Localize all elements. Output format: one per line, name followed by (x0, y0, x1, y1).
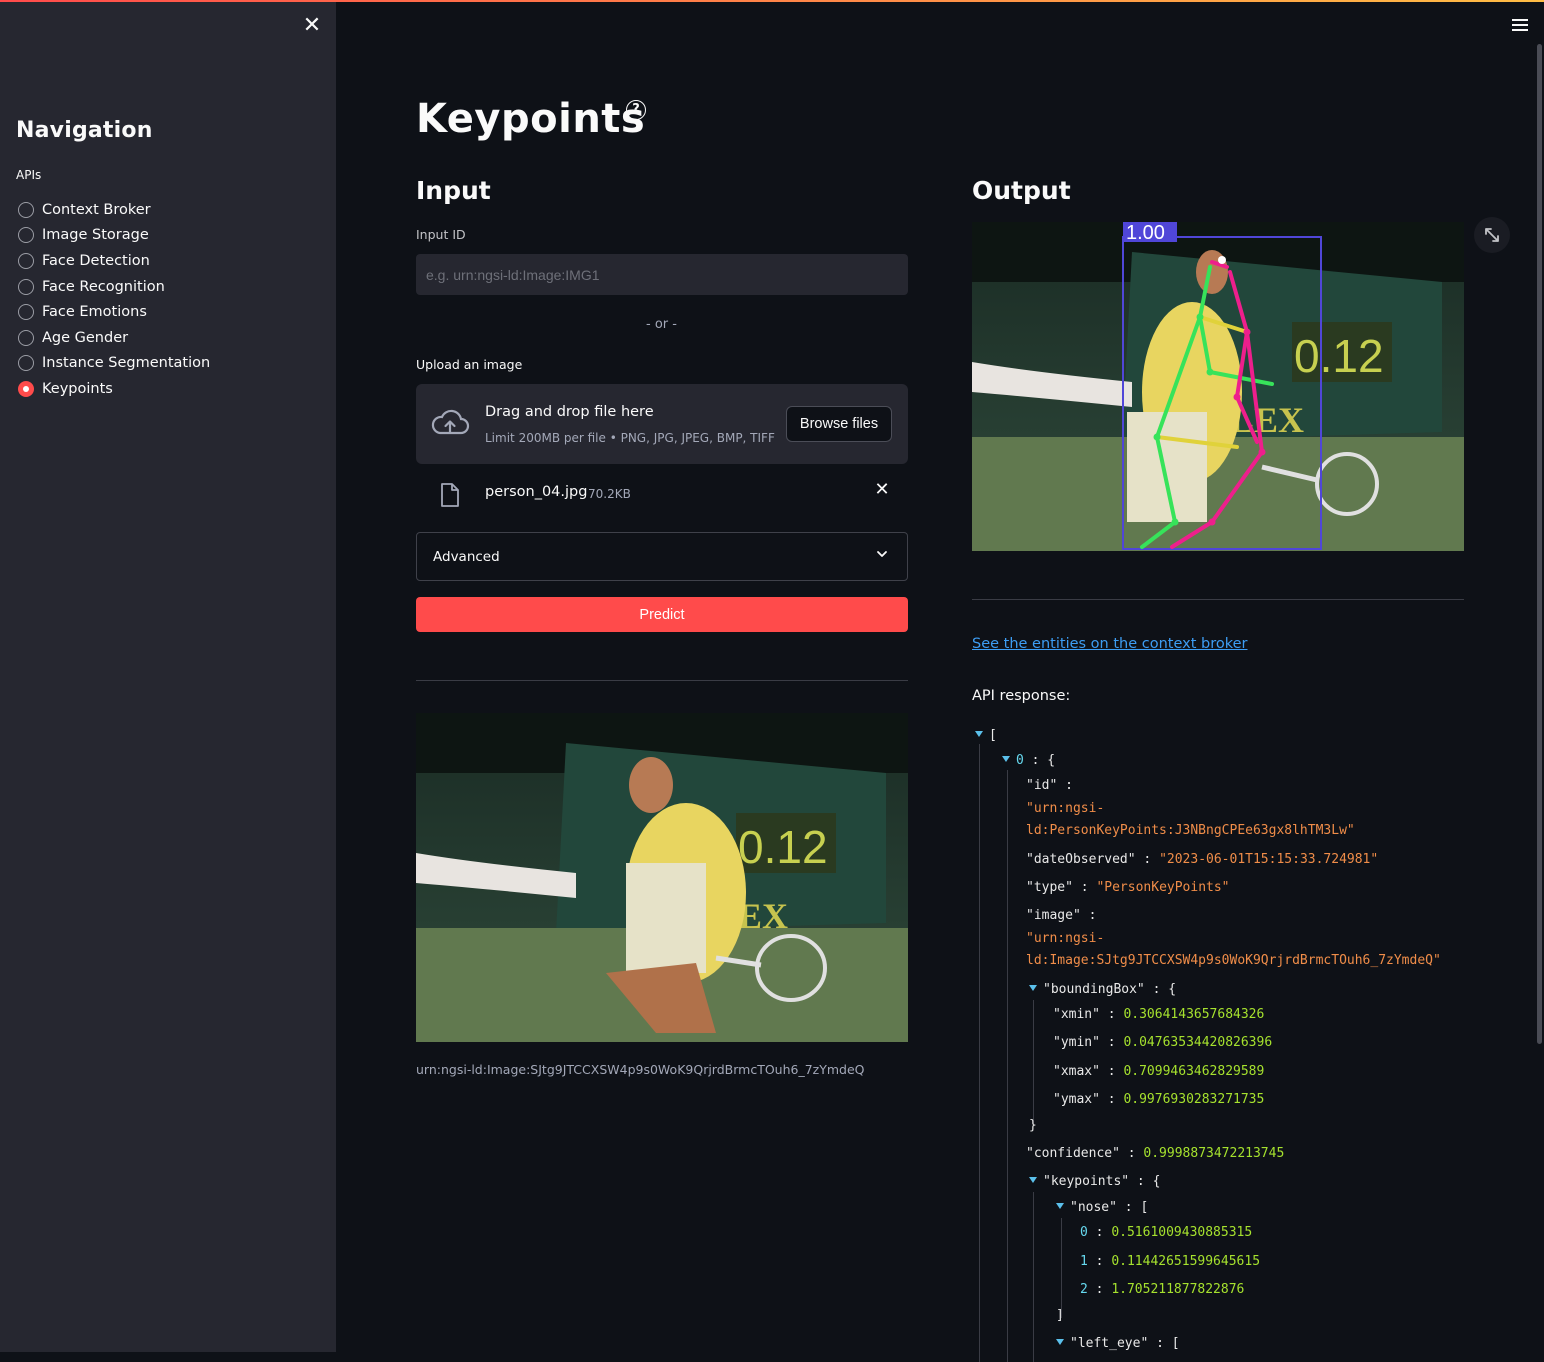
input-image: 0.12 OLEX (416, 713, 908, 1042)
radio-selected-icon[interactable] (18, 380, 34, 397)
api-response-label: API response: (972, 688, 1071, 704)
sidebar-item-label: Age Gender (42, 329, 129, 346)
collapse-toggle-icon[interactable] (1056, 1339, 1064, 1345)
sidebar-item-label: Face Detection (42, 252, 150, 269)
box-score-label: 1.00 (1126, 222, 1165, 244)
context-broker-link[interactable]: See the entities on the context broker (972, 636, 1248, 652)
json-close-brace: } (1029, 1118, 1037, 1133)
json-id-value: "urn:ngsi- (1026, 801, 1105, 816)
json-nose-line: "nose" : [ (1056, 1200, 1148, 1215)
file-icon (441, 483, 459, 507)
sidebar-item-face-detection[interactable]: Face Detection (18, 248, 210, 274)
json-ymin-line: "ymin" : 0.04763534420826396 (1053, 1035, 1273, 1050)
divider (972, 599, 1464, 600)
json-confidence-line: "confidence" : 0.9998873472213745 (1026, 1146, 1285, 1161)
sidebar-item-image-storage[interactable]: Image Storage (18, 223, 210, 249)
radio-icon[interactable] (18, 227, 34, 244)
dropzone-title: Drag and drop file here (485, 404, 654, 420)
json-xmax-line: "xmax" : 0.7099463462829589 (1053, 1064, 1265, 1079)
advanced-expander[interactable]: Advanced (416, 532, 908, 581)
page-title: Keypoints (416, 96, 646, 142)
api-radio-group: Context Broker Image Storage Face Detect… (18, 197, 210, 402)
sidebar-group-label: APIs (16, 168, 42, 182)
file-name: person_04.jpg (485, 484, 588, 500)
sidebar-item-age-gender[interactable]: Age Gender (18, 325, 210, 351)
json-image-value: "urn:ngsi- (1026, 931, 1105, 946)
predict-button[interactable]: Predict (416, 597, 908, 632)
image-caption: urn:ngsi-ld:Image:SJtg9JTCCXSW4p9s0WoK9Q… (416, 1062, 865, 1077)
main-menu-icon[interactable] (1510, 16, 1530, 34)
json-image-value-cont: ld:Image:SJtg9JTCCXSW4p9s0WoK9QrjrdBrmcT… (1026, 953, 1441, 968)
input-id-field[interactable] (416, 254, 908, 295)
sidebar-item-keypoints[interactable]: Keypoints (18, 376, 210, 402)
sidebar-item-face-emotions[interactable]: Face Emotions (18, 299, 210, 325)
input-heading: Input (416, 176, 491, 205)
advanced-label: Advanced (433, 549, 500, 565)
sidebar-item-label: Face Recognition (42, 278, 165, 295)
divider (416, 680, 908, 681)
radio-icon[interactable] (18, 304, 34, 321)
browse-files-button[interactable]: Browse files (786, 406, 892, 442)
sidebar-title: Navigation (16, 118, 153, 143)
scrollbar[interactable] (1537, 44, 1542, 1044)
collapse-toggle-icon[interactable] (1029, 985, 1037, 991)
sidebar-item-label: Instance Segmentation (42, 355, 211, 372)
json-id-key: "id" : (1026, 778, 1073, 793)
collapse-toggle-icon[interactable] (975, 731, 983, 737)
close-sidebar-icon[interactable]: ✕ (300, 14, 324, 38)
sidebar-item-label: Image Storage (42, 227, 149, 244)
collapse-toggle-icon[interactable] (1029, 1177, 1037, 1183)
collapse-toggle-icon[interactable] (1056, 1203, 1064, 1209)
json-keypoints-line: "keypoints" : { (1029, 1174, 1160, 1189)
sidebar-item-face-recognition[interactable]: Face Recognition (18, 274, 210, 300)
radio-icon[interactable] (18, 252, 34, 269)
json-close-bracket: ] (1056, 1308, 1064, 1323)
sidebar-item-context-broker[interactable]: Context Broker (18, 197, 210, 223)
sidebar-item-instance-segmentation[interactable]: Instance Segmentation (18, 351, 210, 377)
upload-label: Upload an image (416, 357, 523, 372)
json-ymax-line: "ymax" : 0.9976930283271735 (1053, 1092, 1265, 1107)
uploaded-file-row: person_04.jpg 70.2KB ✕ (416, 474, 908, 514)
top-decoration-bar (0, 0, 1544, 2)
radio-icon[interactable] (18, 201, 34, 218)
radio-icon[interactable] (18, 278, 34, 295)
sidebar-item-label: Keypoints (42, 380, 113, 397)
json-item-line: 0 : { (1002, 753, 1055, 768)
json-viewer: [ 0 : { "id" : "urn:ngsi- ld:PersonKeyPo… (972, 722, 1492, 1362)
collapse-toggle-icon[interactable] (1002, 756, 1010, 762)
input-id-label: Input ID (416, 227, 466, 242)
fullscreen-icon[interactable] (1474, 217, 1510, 253)
json-image-key: "image" : (1026, 908, 1097, 923)
svg-text:0.12: 0.12 (1294, 330, 1384, 382)
radio-icon[interactable] (18, 355, 34, 372)
cloud-upload-icon (431, 409, 470, 435)
dropzone-limits: Limit 200MB per file • PNG, JPG, JPEG, B… (485, 431, 775, 445)
json-xmin-line: "xmin" : 0.3064143657684326 (1053, 1007, 1265, 1022)
output-image: 0.12 OLEX 1.00 (972, 222, 1464, 551)
sidebar-item-label: Context Broker (42, 201, 151, 218)
file-dropzone[interactable]: Drag and drop file here Limit 200MB per … (416, 384, 908, 464)
remove-file-icon[interactable]: ✕ (872, 479, 892, 503)
or-separator: - or - (646, 317, 677, 332)
json-type-line: "type" : "PersonKeyPoints" (1026, 880, 1230, 895)
help-icon[interactable]: ? (626, 100, 646, 120)
output-heading: Output (972, 176, 1071, 205)
json-nose-2: 2 : 1.705211877822876 (1080, 1282, 1245, 1297)
radio-icon[interactable] (18, 329, 34, 346)
json-nose-0: 0 : 0.5161009430885315 (1080, 1225, 1253, 1240)
json-date-line: "dateObserved" : "2023-06-01T15:15:33.72… (1026, 852, 1379, 867)
file-size: 70.2KB (588, 487, 631, 501)
json-nose-1: 1 : 0.11442651599645615 (1080, 1254, 1261, 1269)
json-root-line: [ (975, 728, 997, 743)
json-left-eye-line: "left_eye" : [ (1056, 1336, 1180, 1351)
json-bbox-line: "boundingBox" : { (1029, 982, 1176, 997)
sidebar-item-label: Face Emotions (42, 304, 147, 321)
chevron-down-icon (877, 551, 887, 557)
svg-text:0.12: 0.12 (738, 821, 828, 873)
sidebar: ✕ Navigation APIs Context Broker Image S… (0, 0, 336, 1352)
json-id-value-cont: ld:PersonKeyPoints:J3NBngCPEe63gx8lhTM3L… (1026, 823, 1355, 838)
